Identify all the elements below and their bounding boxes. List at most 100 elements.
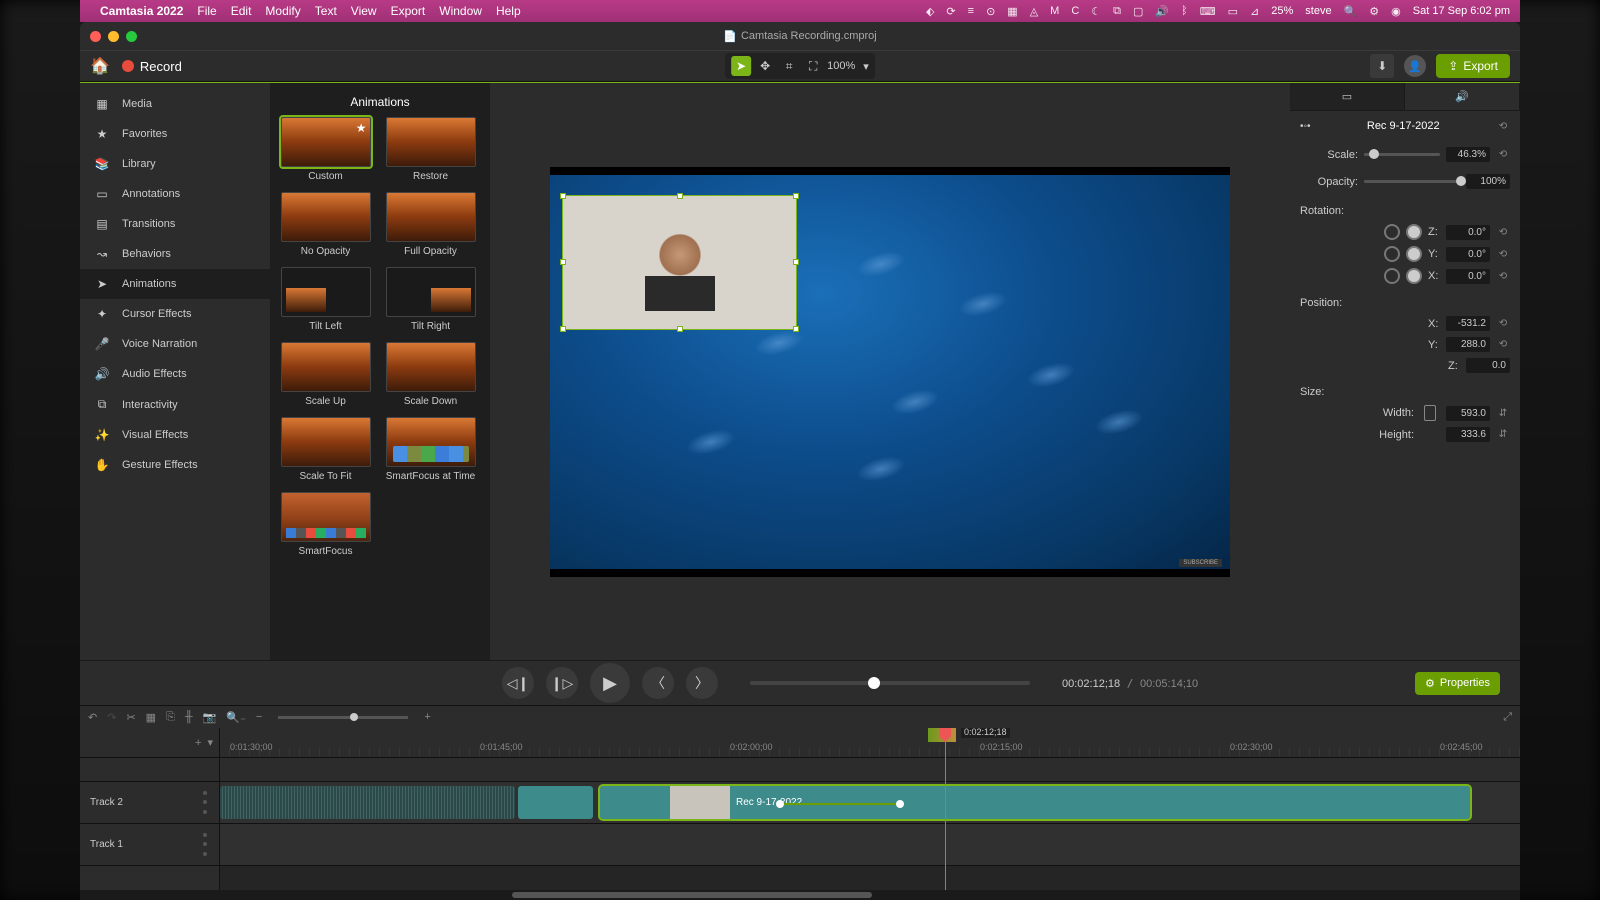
sidebar-item-favorites[interactable]: ★Favorites: [80, 119, 270, 149]
keyframe-end[interactable]: [896, 800, 904, 808]
animation-scale-to-fit[interactable]: Scale To Fit: [278, 417, 373, 482]
bluetooth-icon[interactable]: ᛒ: [1181, 5, 1188, 17]
rotation-z-dial-outline[interactable]: [1384, 224, 1400, 240]
split-button[interactable]: ╫: [185, 711, 193, 723]
track-1-lane[interactable]: [220, 824, 1520, 866]
animation-smartfocus[interactable]: SmartFocus: [278, 492, 373, 557]
menu-edit[interactable]: Edit: [231, 4, 252, 18]
menu-file[interactable]: File: [197, 4, 216, 18]
favorite-star-icon[interactable]: ★: [356, 121, 367, 135]
playhead[interactable]: 0:02:12;18: [945, 728, 946, 890]
sidebar-item-animations[interactable]: ➤Animations: [80, 269, 270, 299]
width-stepper[interactable]: ⇵: [1496, 406, 1510, 420]
copy-button[interactable]: ▦: [146, 711, 156, 724]
height-stepper[interactable]: ⇵: [1496, 428, 1510, 442]
size-width-value[interactable]: 593.0: [1446, 406, 1490, 421]
animation-no-opacity[interactable]: No Opacity: [278, 192, 373, 257]
reset-rotation-y[interactable]: ⟲: [1496, 247, 1510, 261]
properties-button[interactable]: ⚙Properties: [1415, 672, 1500, 695]
audio-props-tab[interactable]: 🔊: [1405, 83, 1520, 110]
control-center-icon[interactable]: ⚙: [1369, 5, 1379, 18]
position-x-value[interactable]: -531.2: [1446, 316, 1490, 331]
position-z-value[interactable]: 0.0: [1466, 358, 1510, 373]
sidebar-item-gesture-effects[interactable]: ✋Gesture Effects: [80, 450, 270, 480]
scrubber-handle[interactable]: [868, 677, 880, 689]
snapshot-button[interactable]: 📷: [203, 711, 217, 724]
size-height-value[interactable]: 333.6: [1446, 427, 1490, 442]
sidebar-item-interactivity[interactable]: ⧉Interactivity: [80, 389, 270, 420]
timeline-ruler[interactable]: 0:01:30;000:01:45;000:02:00;000:02:15;00…: [220, 728, 1520, 758]
playback-scrubber[interactable]: [750, 681, 1030, 685]
date-icon[interactable]: ⧉: [1113, 5, 1121, 18]
scale-slider[interactable]: [1364, 153, 1440, 156]
export-button[interactable]: ⇪Export: [1436, 54, 1510, 78]
opacity-slider[interactable]: [1364, 180, 1460, 183]
lock-aspect-icon[interactable]: [1424, 405, 1436, 421]
prev-frame-button[interactable]: ◁❙: [502, 667, 534, 699]
menu-view[interactable]: View: [351, 4, 377, 18]
wifi-icon[interactable]: ⊿: [1250, 5, 1259, 18]
moon-icon[interactable]: ☾: [1091, 5, 1101, 18]
animation-custom[interactable]: ★Custom: [278, 117, 373, 182]
track-2-lane[interactable]: Rec 9-17-2022: [220, 782, 1520, 824]
keyboard-icon[interactable]: ⌨: [1200, 5, 1216, 18]
sidebar-item-visual-effects[interactable]: ✨Visual Effects: [80, 420, 270, 450]
animation-scale-down[interactable]: Scale Down: [383, 342, 478, 407]
menu-text[interactable]: Text: [315, 4, 337, 18]
menu-export[interactable]: Export: [391, 4, 426, 18]
detach-timeline-button[interactable]: ⤢: [1503, 711, 1512, 724]
dropbox-icon[interactable]: ⬖: [926, 5, 934, 18]
edit-tool[interactable]: ➤: [731, 56, 751, 76]
menu-help[interactable]: Help: [496, 4, 521, 18]
track-menu-button[interactable]: ▾: [207, 736, 213, 749]
rotation-y-value[interactable]: 0.0°: [1446, 247, 1490, 262]
spotlight-icon[interactable]: 🔍: [1344, 5, 1358, 18]
menu-extra-icon[interactable]: ≡: [968, 5, 974, 17]
clock[interactable]: Sat 17 Sep 6:02 pm: [1413, 5, 1510, 17]
close-window-button[interactable]: [90, 31, 101, 42]
battery-icon[interactable]: ▭: [1228, 5, 1238, 18]
sidebar-item-transitions[interactable]: ▤Transitions: [80, 209, 270, 239]
track-2-header[interactable]: Track 2: [80, 782, 219, 824]
sidebar-item-library[interactable]: 📚Library: [80, 149, 270, 179]
reset-position-x[interactable]: ⟲: [1496, 317, 1510, 331]
sidebar-item-annotations[interactable]: ▭Annotations: [80, 179, 270, 209]
pan-tool[interactable]: ✥: [755, 56, 775, 76]
cut-button[interactable]: ✂: [126, 711, 135, 724]
reset-clip-button[interactable]: ⟲: [1496, 119, 1510, 133]
zoom-dropdown-icon[interactable]: ▾: [863, 60, 869, 73]
animation-scale-up[interactable]: Scale Up: [278, 342, 373, 407]
position-y-value[interactable]: 288.0: [1446, 337, 1490, 352]
rotation-x-value[interactable]: 0.0°: [1446, 269, 1490, 284]
next-frame-button[interactable]: ❙▷: [546, 667, 578, 699]
audio-clip-1[interactable]: [220, 786, 515, 819]
sync-icon[interactable]: ⟳: [946, 5, 955, 18]
animation-full-opacity[interactable]: Full Opacity: [383, 192, 478, 257]
play-button[interactable]: ▶: [590, 663, 630, 703]
rotation-x-dial-outline[interactable]: [1384, 268, 1400, 284]
prev-marker-button[interactable]: 〈: [642, 667, 674, 699]
volume-icon[interactable]: 🔊: [1155, 5, 1169, 18]
zoom-out-button[interactable]: 🔍₋: [226, 711, 246, 724]
timeline-scrollbar[interactable]: [80, 890, 1520, 900]
app-name[interactable]: Camtasia 2022: [100, 4, 183, 18]
resize-tool[interactable]: ⛶: [803, 56, 823, 76]
video-clip-selected[interactable]: Rec 9-17-2022: [600, 786, 1470, 819]
animation-tween[interactable]: [780, 803, 900, 805]
keyframe-start[interactable]: [776, 800, 784, 808]
minimize-window-button[interactable]: [108, 31, 119, 42]
opacity-value[interactable]: 100%: [1466, 174, 1510, 189]
rotation-y-dial-outline[interactable]: [1384, 246, 1400, 262]
timeline-tracks-area[interactable]: 0:01:30;000:01:45;000:02:00;000:02:15;00…: [220, 728, 1520, 890]
audio-clip-2[interactable]: [518, 786, 593, 819]
shield-icon[interactable]: ◬: [1030, 5, 1038, 18]
animation-restore[interactable]: Restore: [383, 117, 478, 182]
display-icon[interactable]: ▢: [1133, 5, 1143, 18]
download-button[interactable]: ⬇: [1370, 54, 1394, 78]
sidebar-item-media[interactable]: ▦Media: [80, 89, 270, 119]
paste-button[interactable]: ⎘: [166, 711, 175, 724]
next-marker-button[interactable]: 〉: [686, 667, 718, 699]
reset-rotation-z[interactable]: ⟲: [1496, 225, 1510, 239]
rotation-z-dial[interactable]: [1406, 224, 1422, 240]
rotation-y-dial[interactable]: [1406, 246, 1422, 262]
